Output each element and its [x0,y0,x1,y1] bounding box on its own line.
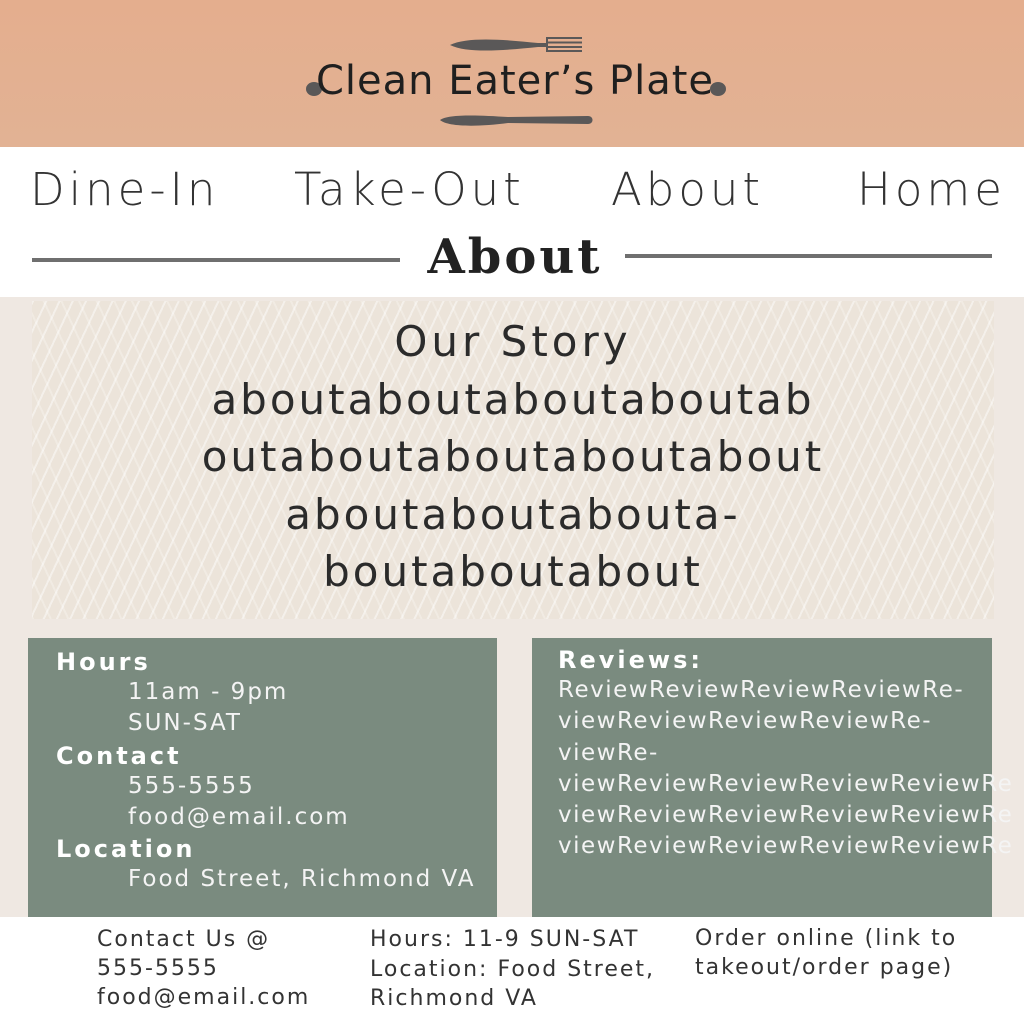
site-footer: Contact Us @ 555-5555 food@email.com Hou… [0,917,1024,1024]
info-card: Hours 11am - 9pm SUN-SAT Contact 555-555… [28,638,497,917]
site-header: Clean Eater’s Plate [0,0,1024,147]
review-text-line: viewReviewReviewReviewReviewRe [558,833,1014,859]
brand-logo[interactable]: Clean Eater’s Plate [300,30,730,135]
title-rule-right [625,254,992,258]
brand-name: Clean Eater’s Plate [315,58,715,104]
review-text-line: viewReviewReviewReviewReviewRe [558,771,1014,797]
story-text-line: aboutaboutaboutaboutab [211,375,815,424]
review-text-line: viewReviewReviewReviewReviewRe [558,802,1014,828]
footer-order-link-line2[interactable]: takeout/order page) [695,955,953,980]
nav-about[interactable]: About [611,163,764,216]
footer-contact-email[interactable]: food@email.com [97,985,310,1010]
knife-icon [440,115,593,126]
reviews-card: Reviews: ReviewReviewReviewReviewRe- vie… [532,638,1012,917]
hours-time: 11am - 9pm [128,679,289,705]
footer-order-link[interactable]: Order online (link to [695,926,957,951]
logo-dot-right [710,82,726,96]
review-text-line: ReviewReviewReviewReviewRe- [558,677,965,703]
footer-hours: Hours: 11-9 SUN-SAT [370,927,640,952]
story-text-line: aboutaboutabouta- [285,490,741,539]
footer-contact-heading: Contact Us @ [97,927,271,952]
reviews-label: Reviews: [558,646,703,674]
footer-location-line1: Location: Food Street, [370,957,656,982]
location-label: Location [56,835,196,863]
story-text-line: outaboutaboutaboutabout [201,432,825,481]
footer-contact-phone[interactable]: 555-5555 [97,956,219,981]
contact-email[interactable]: food@email.com [128,804,350,830]
title-rule-left [32,258,400,262]
location-value: Food Street, Richmond VA [128,866,476,892]
story-section: Our Story aboutaboutaboutaboutab outabou… [32,301,994,619]
contact-label: Contact [56,742,182,770]
hours-label: Hours [56,648,151,676]
fork-icon [450,37,582,52]
footer-location-line2: Richmond VA [370,986,538,1011]
nav-home[interactable]: Home [857,163,1006,216]
main-nav: Dine-In Take-Out About Home About [0,147,1024,297]
main-content: Our Story aboutaboutaboutaboutab outabou… [0,297,1024,917]
story-title: Our Story [394,317,632,366]
nav-take-out[interactable]: Take-Out [294,163,525,216]
review-text-line: viewRe- [558,740,659,766]
page-title: About [427,229,603,285]
hours-days: SUN-SAT [128,710,242,736]
story-text-line: boutaboutabout [323,547,703,596]
review-text-line: viewReviewReviewReviewRe- [558,708,933,734]
nav-dine-in[interactable]: Dine-In [30,163,219,216]
contact-phone[interactable]: 555-5555 [128,773,255,799]
